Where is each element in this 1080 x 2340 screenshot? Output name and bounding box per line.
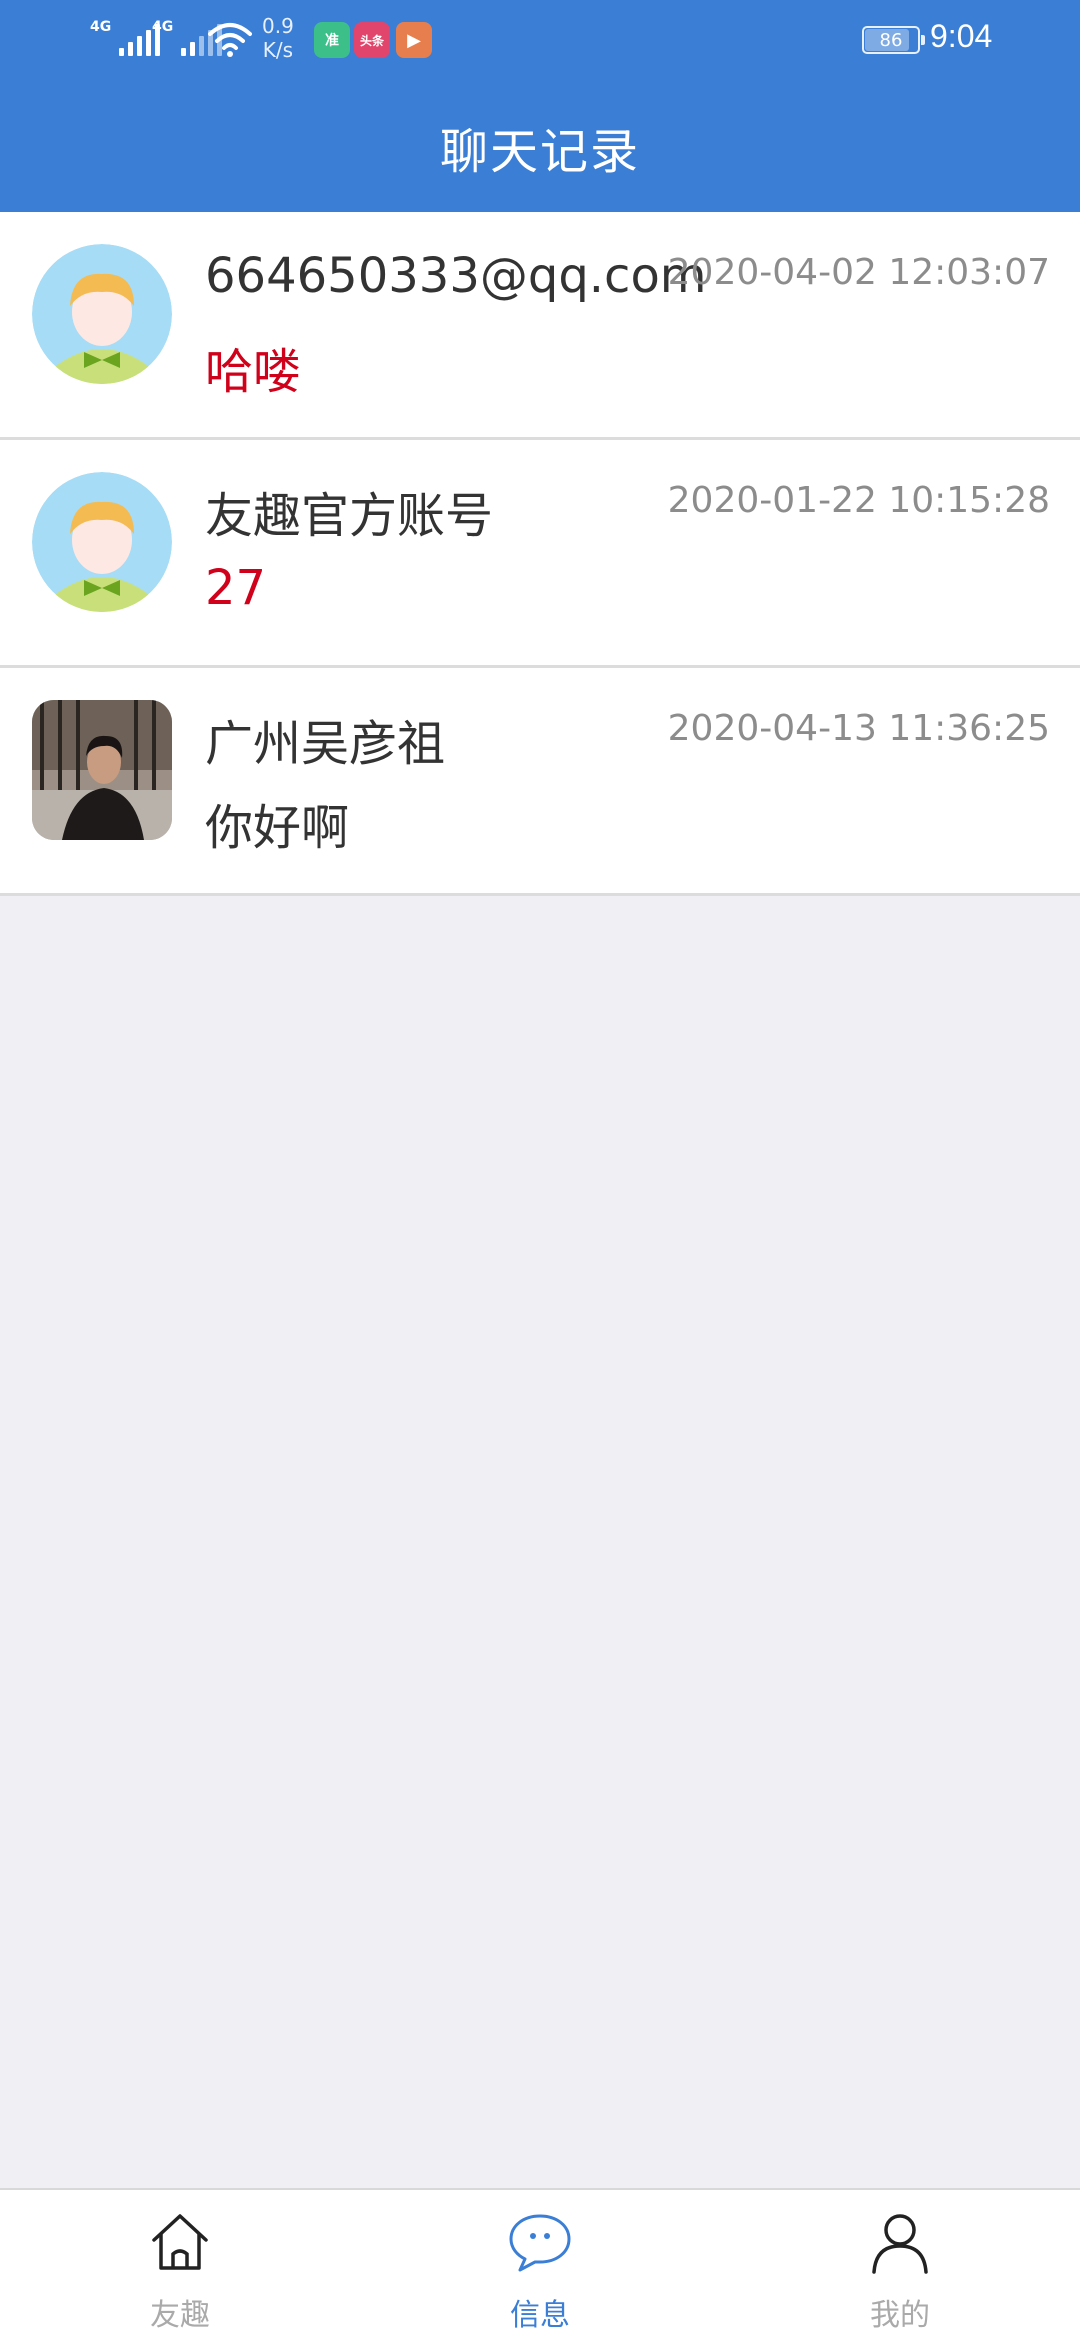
chat-timestamp: 2020-04-13 11:36:25 <box>667 708 1050 749</box>
chat-timestamp: 2020-01-22 10:15:28 <box>667 480 1050 521</box>
cartoon-boy-avatar <box>32 472 172 612</box>
chat-timestamp: 2020-04-02 12:03:07 <box>667 252 1050 293</box>
network-type-label: 4G <box>90 19 112 35</box>
user-photo-avatar <box>32 700 172 840</box>
chat-last-message: 27 <box>205 560 267 616</box>
chat-last-message: 你好啊 <box>205 800 350 856</box>
tab-label: 信息 <box>510 2298 570 2333</box>
network-speed: 0.9 K/s <box>262 14 294 62</box>
chat-item[interactable]: 广州吴彦祖 2020-04-13 11:36:25 你好啊 <box>0 668 1080 896</box>
chat-bubble-icon <box>509 2214 571 2272</box>
bottom-navigation: 友趣 信息 我的 <box>0 2188 1080 2340</box>
wifi-icon <box>208 23 252 57</box>
tab-label: 我的 <box>870 2298 930 2333</box>
toutiao-app-icon: 头条 <box>354 22 390 58</box>
network-speed-unit: K/s <box>262 38 294 62</box>
chat-item[interactable]: 664650333@qq.com 2020-04-02 12:03:07 哈喽 <box>0 212 1080 440</box>
chat-item[interactable]: 友趣官方账号 2020-01-22 10:15:28 27 <box>0 440 1080 668</box>
zhun-app-icon: 准 <box>314 22 350 58</box>
signal-strength-1-icon: 4G <box>90 19 161 56</box>
cartoon-boy-avatar <box>32 244 172 384</box>
tab-label: 友趣 <box>150 2298 210 2333</box>
network-speed-value: 0.9 <box>262 14 294 38</box>
battery-level: 86 <box>879 29 903 51</box>
tab-messages[interactable]: 信息 <box>360 2190 720 2340</box>
tab-mine[interactable]: 我的 <box>720 2190 1080 2340</box>
page-title: 聊天记录 <box>439 124 640 180</box>
chat-contact-name: 664650333@qq.com <box>205 248 707 304</box>
network-type-label: 4G <box>152 19 174 35</box>
chat-contact-name: 友趣官方账号 <box>205 488 494 544</box>
video-app-icon: ▶ <box>396 22 432 58</box>
chat-contact-name: 广州吴彦祖 <box>205 716 446 772</box>
top-bar: 4G 4G 0.9 K/s 准 头条 ▶ 86 9:04 聊天记录 <box>0 0 1080 212</box>
chat-last-message: 哈喽 <box>205 344 302 400</box>
status-time: 9:04 <box>930 18 993 54</box>
battery-icon: 86 <box>862 26 925 54</box>
chat-list: 664650333@qq.com 2020-04-02 12:03:07 哈喽 … <box>0 212 1080 896</box>
status-bar: 4G 4G 0.9 K/s 准 头条 ▶ 86 9:04 <box>0 0 1080 78</box>
person-icon <box>872 2214 928 2274</box>
screen: 4G 4G 0.9 K/s 准 头条 ▶ 86 9:04 聊天记录 664650… <box>0 0 1080 2340</box>
tab-youqu[interactable]: 友趣 <box>0 2190 360 2340</box>
home-icon <box>152 2214 208 2270</box>
